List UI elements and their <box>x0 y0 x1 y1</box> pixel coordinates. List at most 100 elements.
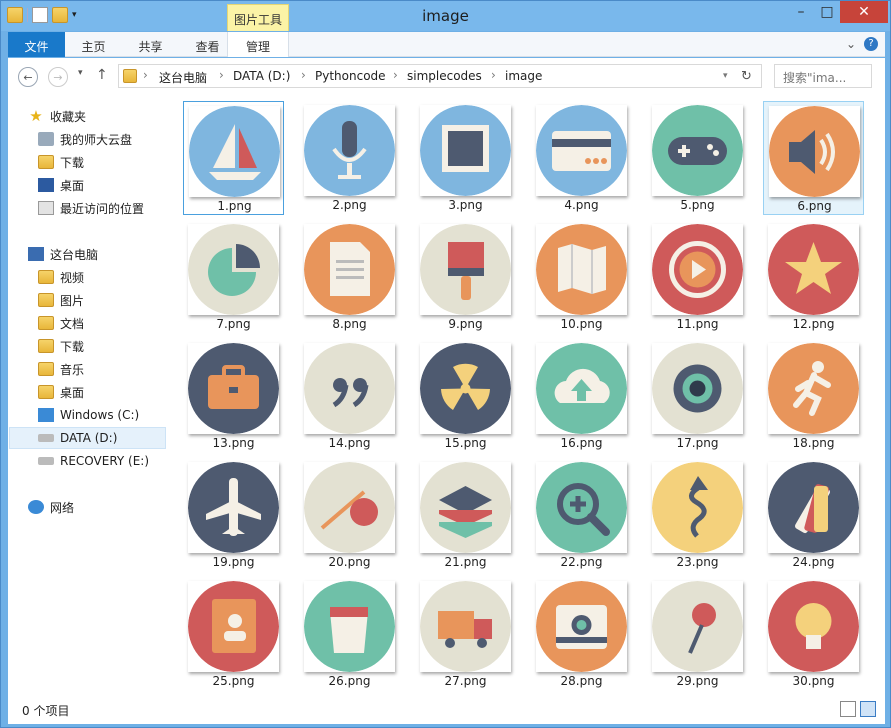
file-item[interactable]: 17.png <box>647 339 748 453</box>
refresh-icon[interactable]: ↻ <box>741 69 752 84</box>
file-item[interactable]: 9.png <box>415 220 516 334</box>
thumbnail <box>768 343 859 434</box>
file-name: 14.png <box>328 436 371 450</box>
file-item[interactable]: 12.png <box>763 220 864 334</box>
file-item[interactable]: 20.png <box>299 458 400 572</box>
nav-item-downloads[interactable]: 下载 <box>38 151 84 173</box>
music-icon <box>38 362 54 376</box>
file-item[interactable]: 22.png <box>531 458 632 572</box>
file-name: 18.png <box>792 436 835 450</box>
runner-icon <box>768 343 859 434</box>
minimize-button[interactable]: – <box>788 1 814 23</box>
cloud-upload-icon <box>536 343 627 434</box>
file-item[interactable]: 18.png <box>763 339 864 453</box>
nav-item-recent-places[interactable]: 最近访问的位置 <box>38 197 144 219</box>
file-item[interactable]: 3.png <box>415 101 516 215</box>
file-name: 4.png <box>564 198 599 212</box>
nav-label: 下载 <box>60 155 85 170</box>
file-item[interactable]: 5.png <box>647 101 748 215</box>
nav-item-drive-d[interactable]: DATA (D:) <box>9 427 166 449</box>
nav-label: 收藏夹 <box>50 109 87 124</box>
file-item[interactable]: 30.png <box>763 577 864 691</box>
file-item[interactable]: 2.png <box>299 101 400 215</box>
file-name: 25.png <box>212 674 255 688</box>
breadcrumb-image[interactable]: image <box>505 69 542 83</box>
file-item[interactable]: 21.png <box>415 458 516 572</box>
close-button[interactable]: ✕ <box>840 1 888 23</box>
tab-share[interactable]: 共享 <box>122 32 179 57</box>
nav-favorites[interactable]: ★ 收藏夹 <box>28 105 86 127</box>
nav-item-downloads-pc[interactable]: 下载 <box>38 335 84 357</box>
help-icon[interactable]: ? <box>864 37 878 51</box>
file-item[interactable]: 26.png <box>299 577 400 691</box>
expand-ribbon-icon[interactable]: ⌄ <box>846 37 856 51</box>
recent-locations-icon[interactable]: ▾ <box>78 68 83 78</box>
nav-item-music[interactable]: 音乐 <box>38 358 84 380</box>
address-bar[interactable]: › 这台电脑 › DATA (D:) › Pythoncode › simple… <box>118 64 762 88</box>
nav-this-pc[interactable]: 这台电脑 <box>28 243 98 265</box>
file-item[interactable]: 25.png <box>183 577 284 691</box>
nav-item-desktop[interactable]: 桌面 <box>38 174 84 196</box>
breadcrumb-this-pc[interactable]: 这台电脑 <box>159 69 207 86</box>
thumbnail <box>420 581 511 672</box>
file-item[interactable]: 1.png <box>183 101 284 215</box>
play-button-icon <box>652 224 743 315</box>
up-button[interactable]: ↑ <box>96 67 108 83</box>
file-item[interactable]: 15.png <box>415 339 516 453</box>
tab-file[interactable]: 文件 <box>8 32 65 57</box>
thumbnail <box>652 343 743 434</box>
nav-item-drive-c[interactable]: Windows (C:) <box>38 404 139 426</box>
tab-manage[interactable]: 管理 <box>227 32 289 57</box>
nav-item-videos[interactable]: 视频 <box>38 266 84 288</box>
file-name: 17.png <box>676 436 719 450</box>
file-item[interactable]: 19.png <box>183 458 284 572</box>
nav-label: 下载 <box>60 339 85 354</box>
file-item[interactable]: 27.png <box>415 577 516 691</box>
search-input[interactable]: 搜索"ima... <box>774 64 872 88</box>
pin-icon <box>652 581 743 672</box>
file-item[interactable]: 7.png <box>183 220 284 334</box>
file-item[interactable]: 10.png <box>531 220 632 334</box>
file-item[interactable]: 16.png <box>531 339 632 453</box>
paint-brush-icon <box>420 224 511 315</box>
file-item[interactable]: 23.png <box>647 458 748 572</box>
file-item[interactable]: 6.png <box>763 101 864 215</box>
title-bar: ▾ 图片工具 image – □ ✕ <box>1 1 890 31</box>
nav-item-drive-e[interactable]: RECOVERY (E:) <box>38 450 149 472</box>
file-name: 23.png <box>676 555 719 569</box>
file-item[interactable]: 13.png <box>183 339 284 453</box>
maximize-button[interactable]: □ <box>814 1 840 23</box>
nav-item-cloud-drive[interactable]: 我的师大云盘 <box>38 128 132 150</box>
search-placeholder: 搜索"ima... <box>783 71 847 85</box>
file-item[interactable]: 24.png <box>763 458 864 572</box>
tab-home[interactable]: 主页 <box>65 32 122 57</box>
forward-button[interactable]: → <box>48 67 68 87</box>
nav-item-desktop-pc[interactable]: 桌面 <box>38 381 84 403</box>
nav-label: DATA (D:) <box>60 431 118 445</box>
file-item[interactable]: 4.png <box>531 101 632 215</box>
breadcrumb-simplecodes[interactable]: simplecodes <box>407 69 482 83</box>
back-button[interactable]: ← <box>18 67 38 87</box>
thumbnail <box>420 462 511 553</box>
file-item[interactable]: 14.png <box>299 339 400 453</box>
file-name: 24.png <box>792 555 835 569</box>
breadcrumb-data-drive[interactable]: DATA (D:) <box>233 69 290 83</box>
nav-item-pictures[interactable]: 图片 <box>38 289 84 311</box>
file-name: 6.png <box>797 199 832 213</box>
explorer-window: ▾ 图片工具 image – □ ✕ 文件 主页 共享 查看 管理 ⌄ ? ← … <box>0 0 891 728</box>
thumbnail <box>304 462 395 553</box>
file-item[interactable]: 28.png <box>531 577 632 691</box>
nav-label: 音乐 <box>60 362 85 377</box>
briefcase-icon <box>188 343 279 434</box>
file-name: 20.png <box>328 555 371 569</box>
nav-network[interactable]: 网络 <box>28 496 74 518</box>
address-dropdown-icon[interactable]: ▾ <box>723 71 728 81</box>
file-item[interactable]: 29.png <box>647 577 748 691</box>
file-item[interactable]: 11.png <box>647 220 748 334</box>
details-view-button[interactable] <box>840 701 856 717</box>
breadcrumb-pythoncode[interactable]: Pythoncode <box>315 69 386 83</box>
nav-item-documents[interactable]: 文档 <box>38 312 84 334</box>
videos-icon <box>38 270 54 284</box>
large-icons-view-button[interactable] <box>860 701 876 717</box>
file-item[interactable]: 8.png <box>299 220 400 334</box>
